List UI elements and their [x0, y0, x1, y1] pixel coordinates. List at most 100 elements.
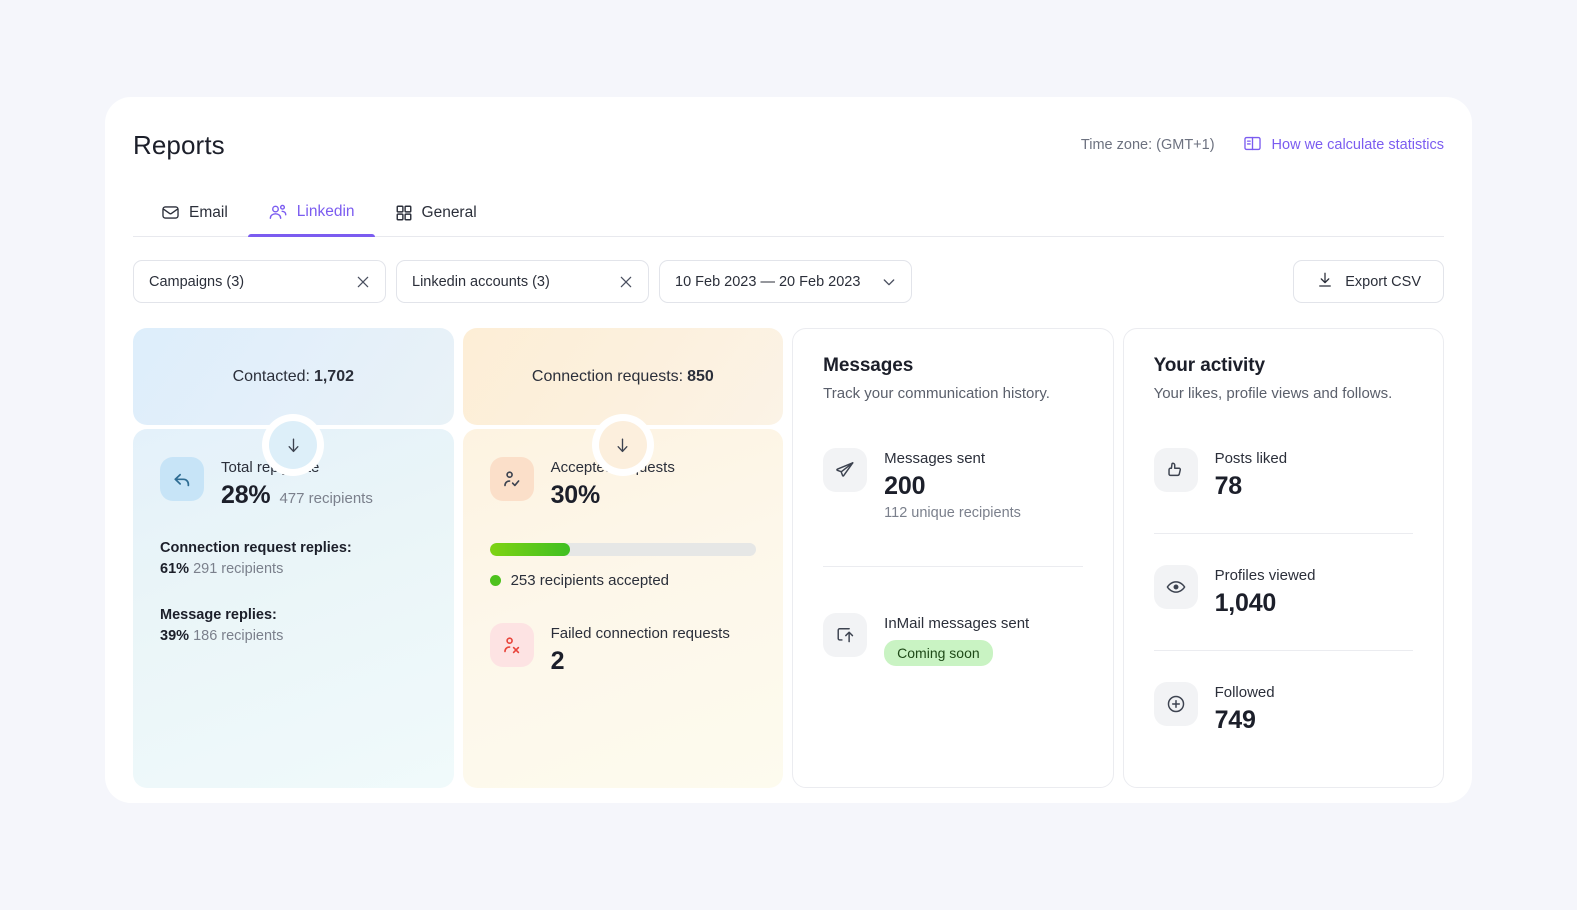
user-x-icon	[490, 623, 534, 667]
followed-metric: Followed 749	[1154, 682, 1413, 735]
progress-legend: 253 recipients accepted	[490, 572, 757, 589]
tab-general-label: General	[422, 204, 477, 222]
message-replies-line: 39% 186 recipients	[160, 628, 427, 644]
panel-header: Reports Time zone: (GMT+1) How we calcul…	[133, 97, 1444, 167]
filter-bar: Campaigns (3) Linkedin accounts (3)	[133, 260, 1444, 303]
total-reply-rate-values: 28% 477 recipients	[221, 481, 373, 510]
inmail-messages-label: InMail messages sent	[884, 614, 1029, 634]
tab-linkedin[interactable]: Linkedin	[248, 202, 375, 236]
reports-page: Reports Time zone: (GMT+1) How we calcul…	[0, 0, 1577, 910]
filter-linkedin-accounts[interactable]: Linkedin accounts (3)	[396, 260, 649, 303]
accepted-requests-value: 30%	[551, 481, 600, 510]
report-tabs: Email Linkedin	[133, 189, 1444, 237]
failed-requests-value: 2	[551, 647, 565, 676]
message-replies-title: Message replies:	[160, 607, 427, 623]
progress-legend-label: 253 recipients accepted	[511, 572, 669, 589]
connection-requests-value: 850	[687, 368, 714, 386]
failed-requests-text: Failed connection requests 2	[551, 623, 730, 676]
followed-text: Followed 749	[1215, 682, 1275, 735]
message-replies-detail: 186 recipients	[193, 628, 283, 644]
envelope-icon	[161, 203, 180, 222]
cards-row: Contacted: 1,702	[133, 328, 1444, 788]
contacted-value: 1,702	[314, 368, 354, 386]
total-reply-rate-sub: 477 recipients	[279, 490, 372, 507]
filter-campaigns[interactable]: Campaigns (3)	[133, 260, 386, 303]
plus-circle-icon	[1154, 682, 1198, 726]
filter-date-range[interactable]: 10 Feb 2023 — 20 Feb 2023	[659, 260, 912, 303]
message-replies-percent: 39%	[160, 628, 189, 644]
download-icon	[1316, 271, 1334, 293]
page-title: Reports	[133, 130, 225, 161]
messages-sent-value: 200	[884, 472, 925, 501]
activity-card-title: Your activity	[1154, 355, 1413, 377]
tab-email-label: Email	[189, 204, 228, 222]
reply-arrow-icon	[160, 457, 204, 501]
messages-sent-label: Messages sent	[884, 449, 1021, 469]
how-we-calculate-statistics-link[interactable]: How we calculate statistics	[1243, 134, 1444, 157]
accepted-progress: 253 recipients accepted	[490, 543, 757, 589]
filter-campaigns-label: Campaigns (3)	[149, 274, 244, 290]
tab-linkedin-label: Linkedin	[297, 203, 355, 221]
failed-requests-label: Failed connection requests	[551, 624, 730, 644]
messages-card-subtitle: Track your communication history.	[823, 385, 1082, 402]
connection-requests-label: Connection requests:	[532, 368, 683, 386]
profiles-viewed-value: 1,040	[1215, 589, 1277, 618]
activity-card: Your activity Your likes, profile views …	[1123, 328, 1444, 788]
progress-fill	[490, 543, 570, 556]
filter-date-range-label: 10 Feb 2023 — 20 Feb 2023	[675, 274, 860, 290]
tab-general[interactable]: General	[375, 204, 497, 236]
arrow-down-icon	[599, 421, 647, 469]
legend-dot-icon	[490, 575, 501, 586]
posts-liked-label: Posts liked	[1215, 449, 1288, 469]
posts-liked-values: 78	[1215, 472, 1288, 501]
arrow-down-icon	[269, 421, 317, 469]
followed-label: Followed	[1215, 683, 1275, 703]
calc-link-label: How we calculate statistics	[1272, 137, 1444, 153]
posts-liked-metric: Posts liked 78	[1154, 448, 1413, 501]
reports-panel: Reports Time zone: (GMT+1) How we calcul…	[105, 97, 1472, 803]
failed-requests-metric: Failed connection requests 2	[490, 623, 757, 676]
connection-request-replies-block: Connection request replies: 61% 291 reci…	[160, 540, 427, 577]
contacted-label: Contacted:	[233, 368, 310, 386]
messages-card-divider	[823, 566, 1082, 567]
total-reply-rate-value: 28%	[221, 481, 270, 510]
close-icon[interactable]	[355, 274, 371, 290]
paper-plane-icon	[823, 448, 867, 492]
activity-divider-2	[1154, 650, 1413, 651]
activity-divider-1	[1154, 533, 1413, 534]
filter-accounts-label: Linkedin accounts (3)	[412, 274, 550, 290]
user-check-icon	[490, 457, 534, 501]
header-right: Time zone: (GMT+1) How we calculate stat…	[1081, 134, 1444, 157]
connection-requests-body: Accepted requests 30% 253 recipient	[463, 429, 784, 788]
connection-request-replies-line: 61% 291 recipients	[160, 561, 427, 577]
book-open-icon	[1243, 134, 1262, 157]
messages-card-title: Messages	[823, 355, 1082, 377]
failed-requests-values: 2	[551, 647, 730, 676]
posts-liked-value: 78	[1215, 472, 1242, 501]
connection-request-replies-title: Connection request replies:	[160, 540, 427, 556]
activity-card-subtitle: Your likes, profile views and follows.	[1154, 385, 1413, 402]
inmail-messages-text: InMail messages sent Coming soon	[884, 613, 1029, 666]
messages-sent-sub: 112 unique recipients	[884, 505, 1021, 521]
contacted-funnel-card: Contacted: 1,702	[133, 328, 454, 788]
connection-requests-header: Connection requests: 850	[463, 328, 784, 425]
posts-liked-text: Posts liked 78	[1215, 448, 1288, 501]
export-csv-button[interactable]: Export CSV	[1293, 260, 1444, 303]
chevron-down-icon[interactable]	[881, 274, 897, 290]
inmail-messages-metric: InMail messages sent Coming soon	[823, 613, 1082, 666]
users-icon	[268, 202, 288, 222]
followed-values: 749	[1215, 706, 1275, 735]
eye-icon	[1154, 565, 1198, 609]
contacted-header: Contacted: 1,702	[133, 328, 454, 425]
profiles-viewed-text: Profiles viewed 1,040	[1215, 565, 1316, 618]
connection-request-replies-detail: 291 recipients	[193, 561, 283, 577]
tab-email[interactable]: Email	[133, 203, 248, 236]
contacted-body: Total reply rate 28% 477 recipients Conn…	[133, 429, 454, 788]
close-icon[interactable]	[618, 274, 634, 290]
messages-sent-text: Messages sent 200 112 unique recipients	[884, 448, 1021, 521]
profiles-viewed-values: 1,040	[1215, 589, 1316, 618]
connection-request-replies-percent: 61%	[160, 561, 189, 577]
thumbs-up-icon	[1154, 448, 1198, 492]
messages-card: Messages Track your communication histor…	[792, 328, 1113, 788]
export-csv-label: Export CSV	[1345, 274, 1421, 290]
